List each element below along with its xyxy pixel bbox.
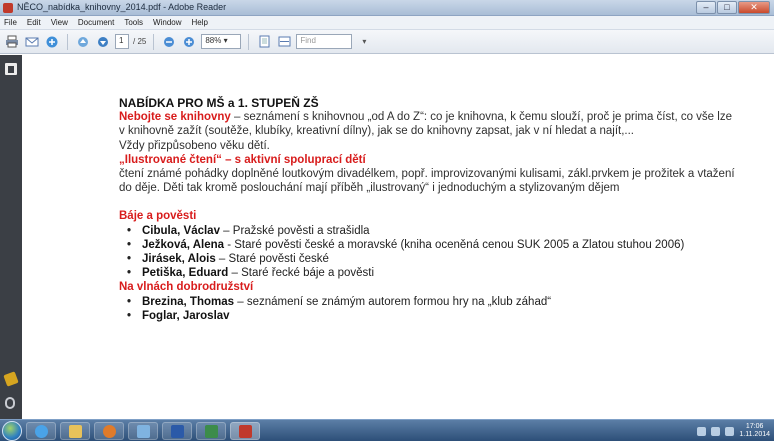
page-heading: NABÍDKA PRO MŠ a 1. STUPEŇ ZŠ <box>119 96 319 110</box>
menu-tools[interactable]: Tools <box>124 18 143 27</box>
menu-help[interactable]: Help <box>192 18 208 27</box>
list-item: Petiška, Eduard – Staré řecké báje a pov… <box>125 266 739 280</box>
start-button[interactable] <box>2 421 22 441</box>
find-input[interactable]: Find <box>296 34 353 49</box>
excel-icon <box>204 424 218 438</box>
section-title: „Ilustrované čtení“ – s aktivní spolupra… <box>119 153 366 166</box>
volume-icon[interactable] <box>725 426 735 436</box>
taskbar-media[interactable] <box>94 422 124 440</box>
section-note: Vždy přizpůsobeno věku dětí. <box>119 139 270 152</box>
toolbar-separator <box>67 33 68 50</box>
section-text: čtení známé pohádky doplněné loutkovým d… <box>119 168 735 195</box>
author-name: Brezina, Thomas <box>142 295 235 308</box>
book-list: Cibula, Václav – Pražské pověsti a straš… <box>125 224 739 281</box>
window-titlebar: NĚCO_nabídka_knihovny_2014.pdf - Adobe R… <box>0 0 774 16</box>
page-content: NABÍDKA PRO MŠ a 1. STUPEŇ ZŠ Nebojte se… <box>119 96 739 323</box>
minimize-button[interactable]: – <box>696 1 716 14</box>
book-description: – seznámení se známým autorem formou hry… <box>234 295 552 308</box>
menu-view[interactable]: View <box>51 18 68 27</box>
book-description: – Pražské pověsti a strašidla <box>219 224 370 237</box>
taskbar-reader[interactable] <box>230 422 260 440</box>
toolbar: 1 / 25 88% ▾ Find ▾ <box>0 30 774 54</box>
window-controls: – □ ✕ <box>696 1 770 14</box>
media-player-icon <box>102 424 116 438</box>
tag-icon[interactable] <box>3 371 19 387</box>
clock-date: 1.11.2014 <box>739 431 770 438</box>
zoom-out-icon[interactable] <box>161 34 177 50</box>
section-title: Báje a pověsti <box>119 210 197 223</box>
previous-page-icon[interactable] <box>75 34 91 50</box>
find-dropdown-icon[interactable]: ▾ <box>356 34 372 50</box>
zoom-select[interactable]: 88% ▾ <box>201 34 242 49</box>
taskbar-folder[interactable] <box>60 422 90 440</box>
list-item: Cibula, Václav – Pražské pověsti a straš… <box>125 224 739 238</box>
section-paragraph: Nebojte se knihovny – seznámení s knihov… <box>119 110 739 138</box>
internet-explorer-icon <box>34 424 48 438</box>
menu-edit[interactable]: Edit <box>27 18 41 27</box>
next-page-icon[interactable] <box>95 34 111 50</box>
taskbar-word[interactable] <box>162 422 192 440</box>
show-hidden-icons-icon[interactable] <box>697 426 707 436</box>
taskbar-excel[interactable] <box>196 422 226 440</box>
menu-document[interactable]: Document <box>78 18 114 27</box>
share-icon[interactable] <box>44 34 60 50</box>
zoom-in-icon[interactable] <box>181 34 197 50</box>
page-total: / 25 <box>133 37 147 46</box>
folder-icon <box>68 424 82 438</box>
system-tray: 17:06 1.11.2014 <box>697 423 770 439</box>
system-clock[interactable]: 17:06 1.11.2014 <box>739 423 770 439</box>
toolbar-separator <box>248 33 250 50</box>
taskbar-paint[interactable] <box>128 422 158 440</box>
clock-time: 17:06 <box>745 423 764 430</box>
fit-width-icon[interactable] <box>276 34 292 50</box>
book-list: Brezina, Thomas – seznámení se známým au… <box>125 295 739 324</box>
book-description: - Staré pověsti české a moravské (kniha … <box>224 238 685 251</box>
list-item: Foglar, Jaroslav <box>125 309 739 323</box>
section-title: Na vlnách dobrodružství <box>119 281 254 294</box>
word-icon <box>170 424 184 438</box>
author-name: Foglar, Jaroslav <box>142 309 230 322</box>
section-title: Nebojte se knihovny <box>119 111 231 124</box>
close-button[interactable]: ✕ <box>738 1 770 14</box>
page-number-input[interactable]: 1 <box>115 34 129 49</box>
menu-bar: File Edit View Document Tools Window Hel… <box>0 16 774 30</box>
list-item: Ježková, Alena - Staré pověsti české a m… <box>125 238 739 252</box>
maximize-button[interactable]: □ <box>717 1 737 14</box>
author-name: Cibula, Václav <box>142 224 220 237</box>
adobe-reader-icon <box>3 3 13 13</box>
attachments-icon[interactable] <box>5 397 15 409</box>
page-thumbnails-icon[interactable] <box>5 63 17 75</box>
network-icon[interactable] <box>711 426 721 436</box>
fit-page-icon[interactable] <box>256 34 272 50</box>
document-view[interactable]: NABÍDKA PRO MŠ a 1. STUPEŇ ZŠ Nebojte se… <box>22 55 774 419</box>
menu-file[interactable]: File <box>4 18 17 27</box>
author-name: Petiška, Eduard <box>142 267 229 280</box>
menu-window[interactable]: Window <box>153 18 181 27</box>
toolbar-separator <box>153 33 155 50</box>
paint-icon <box>136 424 150 438</box>
author-name: Ježková, Alena <box>142 238 225 251</box>
window-title: NĚCO_nabídka_knihovny_2014.pdf - Adobe R… <box>17 2 227 12</box>
author-name: Jirásek, Alois <box>142 253 216 266</box>
taskbar-ie[interactable] <box>26 422 56 440</box>
list-item: Brezina, Thomas – seznámení se známým au… <box>125 295 739 309</box>
book-description: – Staré pověsti české <box>215 253 329 266</box>
book-description: – Staré řecké báje a pověsti <box>228 267 375 280</box>
adobe-reader-icon <box>238 424 252 438</box>
email-icon[interactable] <box>24 34 40 50</box>
list-item: Jirásek, Alois – Staré pověsti české <box>125 252 739 266</box>
taskbar: 17:06 1.11.2014 <box>0 419 774 441</box>
navigation-pane <box>0 55 22 419</box>
print-icon[interactable] <box>4 34 20 50</box>
